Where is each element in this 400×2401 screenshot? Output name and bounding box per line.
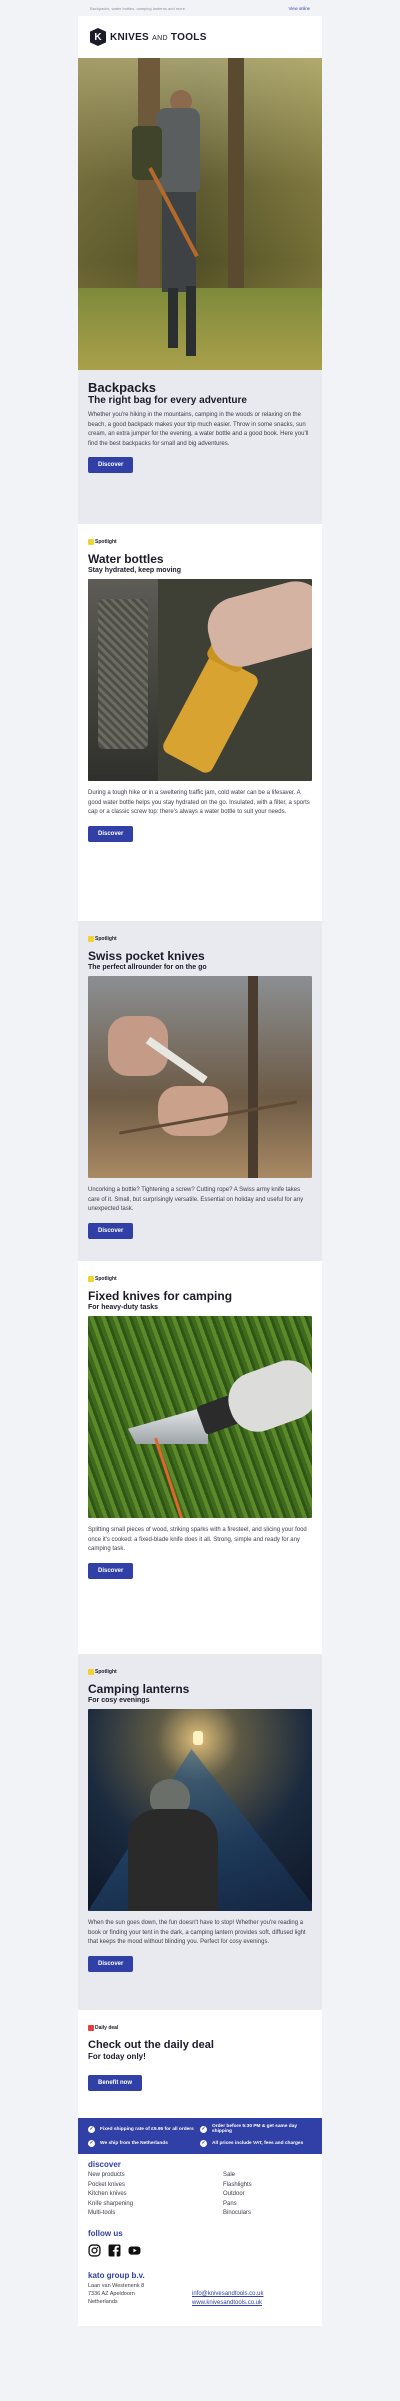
instagram-icon[interactable] [88,2243,101,2257]
social-links [88,2243,312,2257]
spotlight-title: Fixed knives for camping [88,1289,233,1303]
website-link[interactable]: www.knivesandtools.co.uk [192,2299,263,2308]
usp-bar: ✓ Fixed shipping rate of £9.95 for all or… [78,2118,322,2154]
deal-title: Check out the daily deal [88,2039,214,2051]
spotlight-tag: Spotlight [88,1275,312,1283]
spotlight-subtitle: For heavy-duty tasks [88,1304,159,1311]
usp-item: ✓ We ship from the Netherlands [88,2139,168,2147]
daily-deal-tag: Daily deal [88,2024,312,2032]
usp-item: ✓ Fixed shipping rate of £9.95 for all or… [88,2125,194,2133]
facebook-icon[interactable] [108,2244,121,2257]
preheader-text: Backpacks, water bottles, camping lanter… [90,6,185,11]
follow-heading: follow us [88,2228,123,2238]
hero-discover-button[interactable]: Discover [88,457,134,473]
spotlight-discover-button[interactable]: Discover [88,1222,134,1239]
spotlight-discover-button[interactable]: Discover [88,1562,134,1579]
footer-link[interactable]: Multi-tools [88,2209,223,2219]
header-logo[interactable]: K KNIVES AND TOOLS [78,16,322,58]
check-icon: ✓ [200,2139,207,2147]
discover-column-2: Sale Flashlights Outdoor Pans Binoculars [223,2171,252,2219]
spotlight-tag: Spotlight [88,935,312,943]
spotlight-discover-button[interactable]: Discover [88,1955,134,1972]
check-icon: ✓ [200,2125,207,2133]
spotlight-title: Water bottles [88,552,164,566]
spotlight-tag: Spotlight [88,1668,312,1676]
spotlight-body: Uncorking a bottle? Tightening a screw? … [88,1187,304,1212]
discover-column-1: New products Pocket knives Kitchen knive… [88,2171,223,2219]
benefit-now-button[interactable]: Benefit now [88,2075,142,2091]
footer-link[interactable]: Flashlights [223,2181,252,2191]
footer-link[interactable]: Pans [223,2200,252,2210]
spotlight-marker-icon [88,1276,94,1282]
footer-link[interactable]: New products [88,2171,223,2181]
hero-text-block: Backpacks The right bag for every advent… [78,370,322,524]
daily-deal-block: Daily deal Check out the daily deal For … [78,2010,322,2118]
brand-name: KNIVES AND TOOLS [110,31,207,43]
fixed-knife-image[interactable] [88,1316,312,1518]
spotlight-subtitle: For cosy evenings [88,1697,150,1704]
usp-item: ✓ Order before 5:30 PM & get same day shi… [200,2124,298,2134]
hero-title: Backpacks [88,380,156,395]
spotlight-fixed-knives: Spotlight Fixed knives for camping For h… [78,1261,322,1654]
knife-logo-icon: K [90,28,106,46]
spotlight-marker-icon [88,1669,94,1675]
usp-item: ✓ All prices include VAT, fees and charge… [200,2139,304,2147]
spotlight-body: During a tough hike or in a sweltering t… [88,790,310,815]
check-icon: ✓ [88,2139,95,2147]
deal-subtitle: For today only! [88,2052,146,2061]
view-online-link[interactable]: View online [289,6,310,11]
footer-link[interactable]: Sale [223,2171,252,2181]
spotlight-marker-icon [88,539,94,545]
footer-link[interactable]: Knife sharpening [88,2200,223,2210]
preheader-bar: Backpacks, water bottles, camping lanter… [0,0,400,16]
spotlight-body: When the sun goes down, the fun doesn't … [88,1920,306,1945]
company-name: kato group b.v. [88,2270,145,2280]
footer-link[interactable]: Outdoor [223,2190,252,2200]
hero-body: Whether you're hiking in the mountains, … [88,412,309,447]
spotlight-body: Splitting small pieces of wood, striking… [88,1527,307,1552]
spotlight-tag: Spotlight [88,538,312,546]
company-address: Laan van Westenenk 8 7336 AZ Apeldoorn N… [88,2282,145,2305]
hero-image-backpack[interactable] [78,58,322,370]
spotlight-subtitle: The perfect allrounder for on the go [88,964,207,971]
footer-link[interactable]: Kitchen knives [88,2190,223,2200]
camping-lantern-image[interactable] [88,1709,312,1911]
water-bottle-image[interactable] [88,579,312,781]
spotlight-swiss-pocket-knives: Spotlight Swiss pocket knives The perfec… [78,921,322,1261]
spotlight-water-bottles: Spotlight Water bottles Stay hydrated, k… [78,524,322,921]
spotlight-discover-button[interactable]: Discover [88,825,134,842]
spotlight-camping-lanterns: Spotlight Camping lanterns For cosy even… [78,1654,322,2010]
footer-link[interactable]: Binoculars [223,2209,252,2219]
spotlight-title: Camping lanterns [88,1682,190,1696]
spotlight-title: Swiss pocket knives [88,949,205,963]
deal-marker-icon [88,2025,94,2031]
hero-subtitle: The right bag for every adventure [88,395,247,406]
footer-link[interactable]: Pocket knives [88,2181,223,2191]
email-link[interactable]: info@knivesandtools.co.uk [192,2290,263,2299]
spotlight-subtitle: Stay hydrated, keep moving [88,567,181,574]
footer: discover New products Pocket knives Kitc… [78,2154,322,2326]
pocket-knife-image[interactable] [88,976,312,1178]
spotlight-marker-icon [88,936,94,942]
discover-heading: discover [88,2160,121,2169]
check-icon: ✓ [88,2125,95,2133]
email-body: K KNIVES AND TOOLS Backpacks The right b… [78,16,322,2326]
youtube-icon[interactable] [128,2244,141,2257]
